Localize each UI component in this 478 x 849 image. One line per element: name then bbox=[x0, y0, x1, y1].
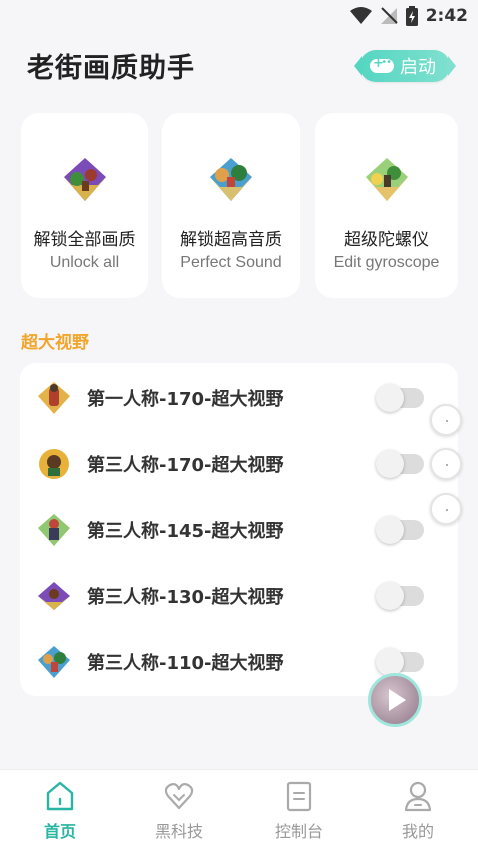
wifi-icon bbox=[349, 7, 372, 24]
toggle-knob bbox=[376, 648, 404, 676]
nav-black-tech[interactable]: 黑科技 bbox=[119, 770, 239, 849]
start-button[interactable]: 启动 bbox=[354, 50, 456, 82]
user-icon bbox=[404, 781, 432, 812]
no-signal-icon bbox=[380, 7, 398, 24]
card-subtitle: Perfect Sound bbox=[180, 254, 282, 271]
game-scene-icon bbox=[365, 158, 408, 201]
floating-control[interactable] bbox=[430, 404, 462, 436]
heart-icon bbox=[164, 783, 194, 810]
document-icon bbox=[286, 781, 312, 812]
feature-card-unlock-quality[interactable]: 解锁全部画质 Unlock all bbox=[21, 113, 148, 298]
item-label: 第三人称-130-超大视野 bbox=[87, 587, 284, 608]
floating-control[interactable] bbox=[430, 448, 462, 480]
game-character-icon bbox=[39, 449, 69, 479]
status-icons: 2:42 bbox=[349, 4, 468, 28]
card-title: 超级陀螺仪 bbox=[344, 230, 429, 250]
status-bar: 2:42 bbox=[0, 0, 478, 32]
item-label: 第三人称-145-超大视野 bbox=[87, 521, 284, 542]
home-icon bbox=[46, 781, 74, 811]
gamepad-icon bbox=[370, 56, 394, 73]
fov-toggle[interactable] bbox=[376, 648, 424, 676]
fov-toggle[interactable] bbox=[376, 516, 424, 544]
card-subtitle: Edit gyroscope bbox=[333, 254, 440, 271]
nav-label: 黑科技 bbox=[154, 822, 203, 841]
section-title: 超大视野 bbox=[21, 333, 89, 353]
nav-label: 首页 bbox=[43, 822, 76, 841]
nav-label: 控制台 bbox=[274, 822, 323, 841]
fov-toggle[interactable] bbox=[376, 384, 424, 412]
card-subtitle: Unlock all bbox=[49, 254, 120, 271]
toggle-knob bbox=[376, 516, 404, 544]
game-scene-icon bbox=[63, 158, 106, 201]
feature-card-unlock-sound[interactable]: 解锁超高音质 Perfect Sound bbox=[162, 113, 300, 298]
fov-toggle[interactable] bbox=[376, 450, 424, 478]
start-button-label: 启动 bbox=[400, 57, 436, 78]
feature-card-gyroscope[interactable]: 超级陀螺仪 Edit gyroscope bbox=[315, 113, 458, 298]
play-icon bbox=[388, 689, 406, 711]
fov-list: 第一人称-170-超大视野 第三人称-170-超大视野 第三人称-145-超大视… bbox=[20, 363, 458, 696]
game-scene-icon bbox=[210, 158, 252, 201]
game-character-icon bbox=[38, 382, 70, 414]
nav-label: 我的 bbox=[401, 822, 434, 841]
list-item[interactable]: 第一人称-170-超大视野 bbox=[20, 365, 458, 431]
list-item[interactable]: 第三人称-170-超大视野 bbox=[20, 431, 458, 497]
game-character-icon bbox=[38, 514, 70, 546]
toggle-knob bbox=[376, 384, 404, 412]
floating-video-button[interactable] bbox=[368, 673, 422, 727]
item-label: 第三人称-110-超大视野 bbox=[87, 653, 284, 674]
game-character-icon bbox=[38, 582, 70, 610]
app-title: 老街画质助手 bbox=[27, 53, 195, 84]
card-title: 解锁全部画质 bbox=[33, 230, 136, 250]
toggle-knob bbox=[376, 450, 404, 478]
status-time: 2:42 bbox=[425, 6, 468, 26]
floating-control[interactable] bbox=[430, 493, 462, 525]
game-character-icon bbox=[38, 646, 70, 678]
battery-icon bbox=[405, 6, 418, 26]
toggle-knob bbox=[376, 582, 404, 610]
nav-console[interactable]: 控制台 bbox=[239, 770, 359, 849]
nav-profile[interactable]: 我的 bbox=[358, 770, 478, 849]
item-label: 第一人称-170-超大视野 bbox=[87, 389, 284, 410]
list-item[interactable]: 第三人称-130-超大视野 bbox=[20, 563, 458, 629]
item-label: 第三人称-170-超大视野 bbox=[87, 455, 284, 476]
list-item[interactable]: 第三人称-145-超大视野 bbox=[20, 497, 458, 563]
fov-toggle[interactable] bbox=[376, 582, 424, 610]
bottom-nav: 首页 黑科技 控制台 我的 bbox=[0, 769, 478, 849]
nav-home[interactable]: 首页 bbox=[0, 770, 120, 849]
card-title: 解锁超高音质 bbox=[180, 230, 282, 250]
